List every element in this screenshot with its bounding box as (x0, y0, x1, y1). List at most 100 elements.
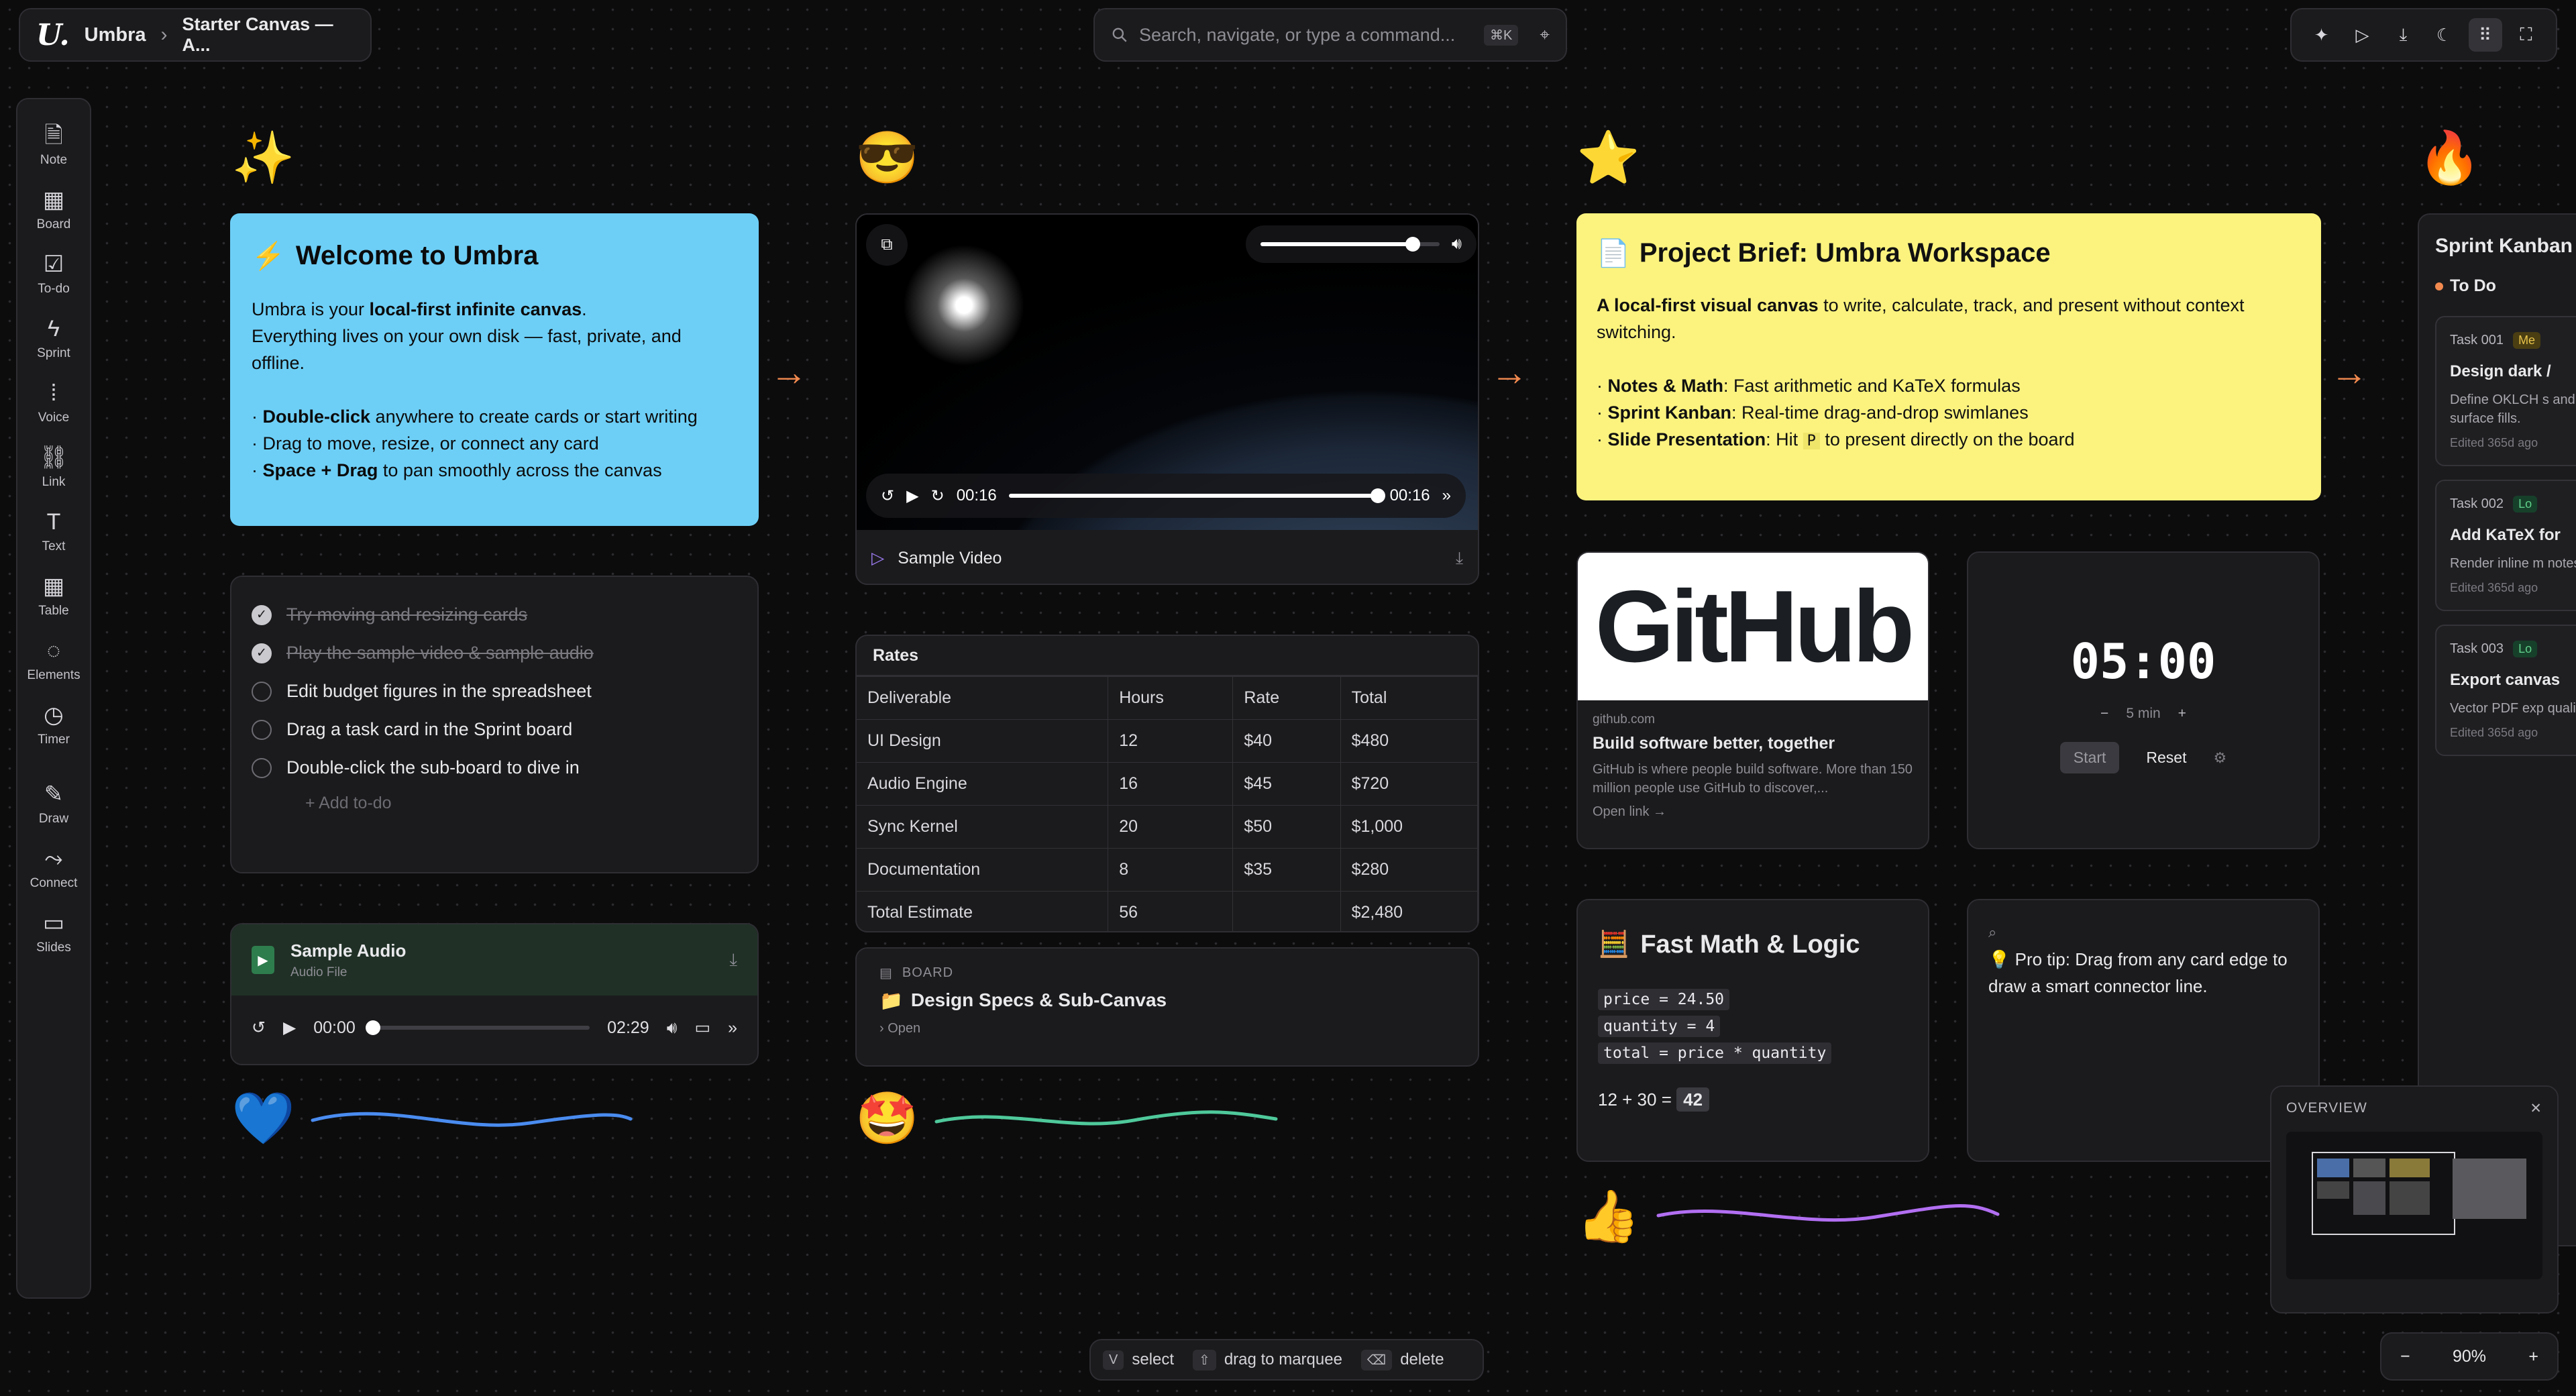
column-header[interactable]: Hours (1108, 676, 1234, 720)
audio-progress-bar[interactable] (365, 1020, 590, 1035)
starstruck-emoji[interactable]: 🤩 (855, 1092, 919, 1146)
table-cell[interactable]: 8 (1108, 848, 1234, 892)
settings-icon[interactable]: ⚙ (2213, 749, 2226, 767)
table-cell[interactable]: UI Design (857, 719, 1109, 763)
todo-checkbox[interactable]: ✓ (252, 604, 272, 625)
increase-button[interactable]: + (2178, 706, 2186, 722)
purple-stroke[interactable] (1654, 1194, 2003, 1234)
code-line[interactable]: price = 24.50 (1598, 989, 1730, 1010)
star-emoji[interactable]: ⭐ (1576, 131, 1640, 185)
table-cell[interactable]: $480 (1340, 719, 1478, 763)
sparkle-icon[interactable]: ✦ (2305, 18, 2339, 52)
link-preview-card[interactable]: GitHub github.com Build software better,… (1576, 551, 1929, 849)
download-icon[interactable]: ⤓ (730, 949, 738, 971)
todo-checkbox[interactable]: ✓ (252, 643, 272, 663)
timer-card[interactable]: 05:00 − 5 min + Start Reset ⚙ (1967, 551, 2320, 849)
table-cell[interactable]: $35 (1232, 848, 1341, 892)
table-cell[interactable]: Sync Kernel (857, 805, 1109, 849)
close-icon[interactable]: ✕ (2530, 1100, 2542, 1117)
sidebar-item-timer[interactable]: ◷ Timer (19, 692, 89, 757)
moon-icon[interactable]: ☾ (2428, 18, 2461, 52)
cast-icon[interactable]: ▭ (694, 1018, 710, 1038)
video-volume[interactable]: 🔊︎ (1246, 225, 1477, 263)
todo-checkbox[interactable] (252, 681, 272, 702)
app-name[interactable]: Umbra (85, 24, 146, 46)
fire-emoji[interactable]: 🔥 (2418, 131, 2481, 185)
table-cell[interactable]: $40 (1232, 719, 1341, 763)
forward-icon[interactable]: ↻ (931, 486, 945, 506)
rates-table[interactable]: Deliverable Hours Rate Total UI Design 12 $40 $… (857, 676, 1478, 931)
todo-item[interactable]: ✓ Try moving and resizing cards (252, 596, 737, 634)
code-line[interactable]: total = price * quantity (1598, 1042, 1832, 1064)
connector-arrow[interactable]: → (1491, 350, 1528, 394)
connector-arrow[interactable]: → (2330, 350, 2368, 394)
connector-arrow[interactable]: → (770, 350, 808, 394)
play-icon[interactable]: ▶ (283, 1018, 296, 1038)
table-cell[interactable]: 16 (1108, 762, 1234, 806)
zoom-out-button[interactable]: − (2400, 1347, 2410, 1366)
download-icon[interactable]: ⤓ (1456, 549, 1463, 568)
canvas-title[interactable]: Starter Canvas — A... (182, 14, 354, 56)
math-card[interactable]: 🧮 Fast Math & Logic price = 24.50 quantity… (1576, 899, 1929, 1162)
column-header[interactable]: Rate (1232, 676, 1341, 720)
pip-icon[interactable]: ⧉ (866, 224, 908, 266)
grid-icon[interactable]: ⠿ (2468, 18, 2502, 52)
table-cell[interactable] (1232, 891, 1341, 931)
minimap-viewport[interactable] (2286, 1132, 2542, 1279)
fullscreen-icon[interactable]: ⛶ (2510, 18, 2543, 52)
sidebar-item-elements[interactable]: ◌ Elements (19, 628, 89, 692)
green-stroke[interactable] (932, 1100, 1281, 1140)
tip-card[interactable]: ⌕ 💡 Pro tip: Drag from any card edge to … (1967, 899, 2320, 1162)
sidebar-item-voice[interactable]: ⁞ Voice (19, 370, 89, 435)
zoom-level[interactable]: 90% (2453, 1347, 2486, 1366)
math-code[interactable]: price = 24.50 quantity = 4 total = price *… (1598, 989, 1908, 1069)
column-header[interactable]: Deliverable (857, 676, 1109, 720)
table-cell[interactable]: $45 (1232, 762, 1341, 806)
kanban-card[interactable]: Task 001 Me Design dark / Define OKLCH s an… (2435, 316, 2576, 466)
download-icon[interactable]: ⤓ (2387, 18, 2420, 52)
code-line[interactable]: quantity = 4 (1598, 1016, 1721, 1037)
speed-icon[interactable]: » (728, 1018, 737, 1038)
app-logo[interactable]: U. (36, 18, 70, 52)
sidebar-item-table[interactable]: ▦ Table (19, 563, 89, 628)
video-card[interactable]: ⧉ 🔊︎ ↺ ▶ ↻ 00:16 00:16 » ▷ Sample Video … (855, 213, 1479, 585)
kanban-card[interactable]: Task 003 Lo Export canvas Vector PDF exp qu… (2435, 625, 2576, 756)
blue-stroke[interactable] (309, 1100, 637, 1140)
kanban-card[interactable]: Task 002 Lo Add KaTeX for Render inline m n… (2435, 480, 2576, 611)
speed-icon[interactable]: » (1442, 486, 1451, 505)
sidebar-item-text[interactable]: T Text (19, 499, 89, 563)
table-cell[interactable]: Audio Engine (857, 762, 1109, 806)
sunglasses-emoji[interactable]: 😎 (855, 131, 919, 185)
search-input[interactable]: Search, navigate, or type a command... (1139, 25, 1473, 46)
table-cell[interactable]: 56 (1108, 891, 1234, 931)
table-cell[interactable]: $2,480 (1340, 891, 1478, 931)
sidebar-item-slides[interactable]: ▭ Slides (19, 900, 89, 965)
decrease-button[interactable]: − (2100, 706, 2108, 722)
todo-item[interactable]: Drag a task card in the Sprint board (252, 710, 737, 749)
audio-card[interactable]: ▶ Sample Audio Audio File ⤓ ↺ ▶ 00:00 02… (230, 923, 759, 1065)
column-header[interactable]: Total (1340, 676, 1478, 720)
replay-icon[interactable]: ↺ (252, 1018, 266, 1038)
overview-minimap[interactable]: OVERVIEW ✕ (2270, 1085, 2559, 1313)
table-cell[interactable]: 20 (1108, 805, 1234, 849)
volume-icon[interactable]: 🔊︎ (667, 1018, 678, 1038)
table-cell[interactable]: Documentation (857, 848, 1109, 892)
replay-icon[interactable]: ↺ (881, 486, 894, 506)
heart-emoji[interactable]: 💙 (231, 1092, 295, 1146)
open-link-button[interactable]: Open link → (1593, 804, 1913, 820)
todo-checkbox[interactable] (252, 719, 272, 740)
sidebar-item-board[interactable]: ▦ Board (19, 177, 89, 241)
sparkles-emoji[interactable]: ✨ (231, 131, 295, 185)
rates-table-card[interactable]: Rates Deliverable Hours Rate Total UI Design… (855, 635, 1479, 932)
add-todo-button[interactable]: + Add to-do (305, 794, 737, 813)
sidebar-item-todo[interactable]: ☑ To-do (19, 241, 89, 306)
todo-item[interactable]: Edit budget figures in the spreadsheet (252, 672, 737, 710)
command-search[interactable]: Search, navigate, or type a command... ⌘… (1093, 8, 1567, 62)
thumbs-up-emoji[interactable]: 👍 (1576, 1190, 1640, 1244)
table-cell[interactable]: $720 (1340, 762, 1478, 806)
tag-icon[interactable]: ⌖ (1540, 24, 1550, 46)
volume-icon[interactable]: 🔊︎ (1452, 235, 1462, 254)
table-cell[interactable]: Total Estimate (857, 891, 1109, 931)
table-cell[interactable]: $50 (1232, 805, 1341, 849)
table-cell[interactable]: 12 (1108, 719, 1234, 763)
